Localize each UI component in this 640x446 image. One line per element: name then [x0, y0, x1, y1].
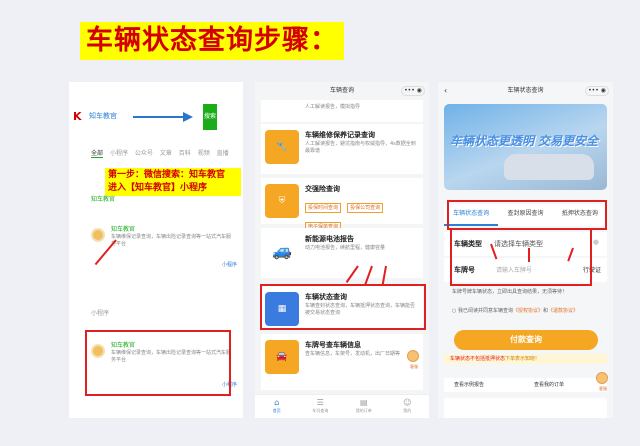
- item-desc: 人工解读报告，避坑指南与权威指导，4s数据全到最靠谱: [305, 141, 416, 154]
- item-title: 车牌号查车辆信息: [305, 341, 361, 349]
- blue-arrow-line: [133, 116, 187, 118]
- user-icon: ☺: [403, 398, 412, 407]
- agreement[interactable]: ○ 我已阅读并同意车辆查询《授权协议》和《退款协议》: [452, 308, 602, 315]
- step1-line1: 第一步：微信搜索：知车教官: [108, 170, 226, 180]
- item-desc: 动力电池报告，续航里程，健康容量: [305, 245, 386, 251]
- header-title: 车辆查询: [329, 87, 354, 94]
- search-bar[interactable]: K 知车教官 搜索: [69, 104, 243, 130]
- highlight-box: [85, 330, 231, 396]
- blue-arrowhead-icon: [183, 112, 193, 122]
- highlight-box: [260, 284, 426, 330]
- phone-vehicle-menu: 车辆查询 ••• ◉ 人工解读报告，模拟指导 🔧 车辆维修保养记录查询 人工解读…: [255, 82, 429, 418]
- bottom-tabbar: ⌂ 首页 ☰ 车况查询 ▤ 我的订单 ☺ 我的: [255, 394, 429, 418]
- back-icon[interactable]: ‹: [444, 82, 447, 100]
- result-tag: 小程序: [221, 262, 237, 268]
- item-title: 交强险查询: [305, 185, 340, 193]
- my-orders-link[interactable]: 查看我的订单: [534, 381, 564, 388]
- shield-icon: ⛨: [265, 184, 299, 218]
- more-menu-icon[interactable]: ••• ◉: [401, 86, 425, 96]
- item-title: 新能源电池报告: [305, 235, 354, 243]
- form-header: ‹ 车辆状态查询 ••• ◉: [438, 82, 613, 100]
- electric-car-icon: 🚙: [265, 234, 299, 268]
- tab-live[interactable]: 直播: [217, 150, 229, 157]
- miniprogram-avatar: [91, 228, 105, 242]
- menu-header: 车辆查询 ••• ◉: [255, 82, 429, 100]
- agree-text: 我已阅读并同意车辆查询: [457, 308, 513, 314]
- pay-query-button[interactable]: 付款查询: [454, 330, 598, 350]
- warn-red: 车辆状态不包括抵押状态: [450, 356, 506, 362]
- tab-orders[interactable]: ▤ 我的订单: [342, 395, 386, 418]
- car-icon: 🚘: [265, 340, 299, 374]
- step1-line2: 进入【知车教官】小程序: [108, 183, 208, 193]
- search-input[interactable]: 知车教官: [89, 111, 117, 121]
- page-title: 车辆状态查询步骤：: [80, 22, 344, 60]
- chevron-icon: ●: [592, 238, 599, 246]
- wrench-icon: 🔧: [265, 130, 299, 164]
- tab-official[interactable]: 公众号: [135, 150, 153, 157]
- app-logo-icon: K: [73, 110, 82, 123]
- auth-link[interactable]: 《授权协议》: [513, 308, 543, 314]
- orders-icon: ▤: [359, 398, 368, 407]
- tab-query[interactable]: ☰ 车况查询: [299, 395, 343, 418]
- menu-item-partial[interactable]: 人工解读报告，模拟指导: [261, 100, 423, 122]
- home-icon: ⌂: [274, 398, 280, 407]
- menu-item-maintenance[interactable]: 🔧 车辆维修保养记录查询 人工解读报告，避坑指南与权威指导，4s数据全到最靠谱: [261, 124, 423, 174]
- refund-link[interactable]: 《退款协议》: [548, 308, 578, 314]
- result-name: 知车教官: [111, 226, 136, 233]
- menu-item-plate[interactable]: 🚘 车牌号查车辆信息 查车辆信息，车架号，发动机，出厂日期等: [261, 334, 423, 390]
- tag-time[interactable]: 投保时间查询: [305, 203, 342, 213]
- phone-wechat-search: K 知车教官 搜索 全部 小程序 公众号 文章 百科 视频 直播 第一步：微信搜…: [69, 82, 243, 418]
- step1-note: 第一步：微信搜索：知车教官 进入【知车教官】小程序: [105, 168, 241, 196]
- warn-post: 下单表示知晓!: [505, 356, 538, 362]
- more-menu-icon[interactable]: ••• ◉: [585, 86, 609, 96]
- item-title: 车辆维修保养记录查询: [305, 131, 375, 139]
- customer-service-icon[interactable]: [407, 350, 419, 362]
- highlight-box: [447, 200, 607, 230]
- bottom-section: [444, 398, 607, 418]
- tab-article[interactable]: 文章: [160, 150, 172, 157]
- list-icon: ☰: [316, 398, 324, 407]
- search-button[interactable]: 搜索: [203, 104, 217, 130]
- result-desc: 车辆维保记录查询，车辆出险记录查询等一站式汽车服务平台: [111, 234, 232, 247]
- phone-status-query: ‹ 车辆状态查询 ••• ◉ 车辆状态更透明 交易更安全 车辆状态查询 查封原因…: [438, 82, 613, 418]
- insurance-tags: 投保时间查询 投保公司查询 电子保单查询: [305, 194, 423, 232]
- customer-service-label: 客服: [599, 386, 607, 391]
- tab-all[interactable]: 全部: [91, 150, 104, 158]
- section-miniprogram: 小程序: [91, 310, 110, 317]
- item-desc: 查车辆信息，车架号，发动机，出厂日期等: [305, 351, 401, 357]
- banner: 车辆状态更透明 交易更安全: [444, 104, 607, 190]
- item-desc: 人工解读报告，模拟指导: [305, 104, 361, 110]
- red-arrow: [528, 248, 530, 262]
- search-tabs: 全部 小程序 公众号 文章 百科 视频 直播: [91, 148, 234, 158]
- banner-text: 车辆状态更透明 交易更安全: [450, 134, 599, 148]
- customer-service-icon[interactable]: [596, 372, 608, 384]
- tab-miniprogram[interactable]: 小程序: [110, 150, 128, 157]
- info-text: 车牌号牌车辆状态，立即出具查询结果，无须等待！: [452, 289, 568, 295]
- tag-company[interactable]: 投保公司查询: [347, 203, 384, 213]
- customer-service-label: 客服: [410, 364, 418, 369]
- tab-baike[interactable]: 百科: [179, 150, 191, 157]
- tab-video[interactable]: 视频: [198, 150, 210, 157]
- bottom-links: 查看示例报告 查看我的订单: [444, 378, 607, 392]
- menu-item-battery[interactable]: 🚙 新能源电池报告 动力电池报告，续航里程，健康容量: [261, 228, 423, 278]
- sample-report-link[interactable]: 查看示例报告: [454, 381, 484, 388]
- car-illustration: [504, 154, 594, 180]
- tab-me[interactable]: ☺ 我的: [386, 395, 430, 418]
- header-title: 车辆状态查询: [507, 87, 544, 94]
- tab-home[interactable]: ⌂ 首页: [255, 395, 299, 418]
- warning-bar: 车辆状态不包括抵押状态下单表示知晓!: [444, 354, 607, 364]
- menu-item-insurance[interactable]: ⛨ 交强险查询 投保时间查询 投保公司查询 电子保单查询: [261, 178, 423, 232]
- result-heading: 知车教官: [91, 196, 116, 203]
- result-card-1[interactable]: 知车教官 车辆维保记录查询，车辆出险记录查询等一站式汽车服务平台 小程序: [91, 222, 243, 268]
